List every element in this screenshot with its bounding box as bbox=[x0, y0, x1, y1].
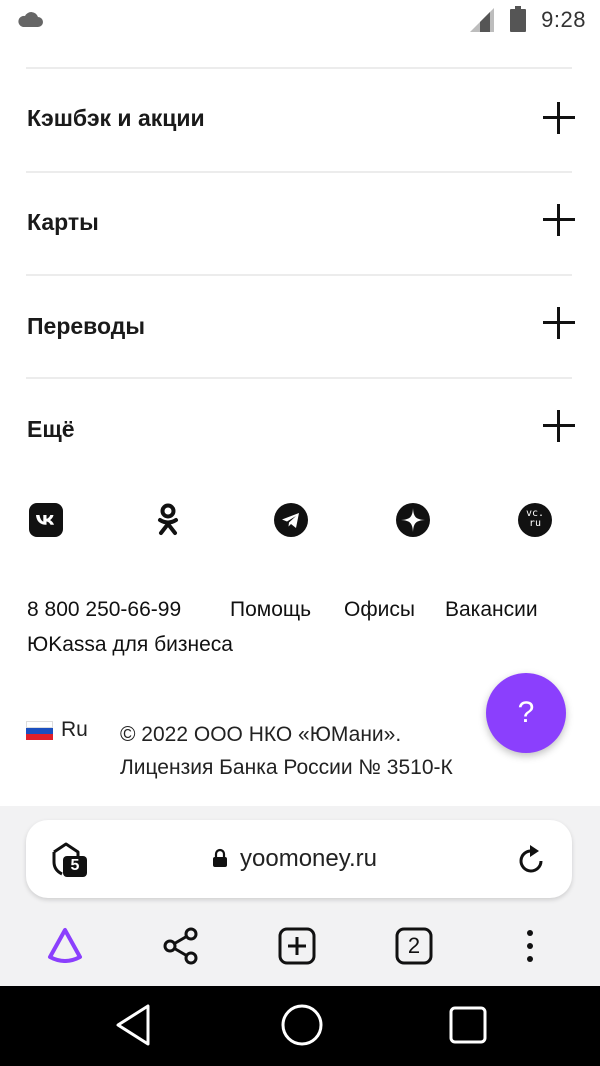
shield-icon[interactable]: 5 bbox=[52, 842, 88, 878]
lock-icon bbox=[213, 848, 227, 867]
accordion-label: Переводы bbox=[27, 313, 145, 339]
accordion-item-cashback[interactable]: Кэшбэк и акции bbox=[0, 69, 600, 171]
accordion-label: Кэшбэк и акции bbox=[27, 105, 205, 131]
shield-count: 5 bbox=[70, 857, 80, 874]
vk-icon[interactable] bbox=[29, 503, 63, 537]
more-menu-icon[interactable] bbox=[524, 929, 536, 963]
telegram-icon[interactable] bbox=[274, 503, 308, 537]
accordion-item-cards[interactable]: Карты bbox=[0, 173, 600, 275]
license-line: Лицензия Банка России № 3510-К bbox=[120, 756, 453, 779]
status-time: 9:28 bbox=[541, 7, 586, 32]
signal-icon bbox=[470, 8, 494, 32]
help-link[interactable]: Помощь bbox=[230, 598, 311, 622]
offices-link[interactable]: Офисы bbox=[344, 598, 415, 622]
russia-flag-icon[interactable] bbox=[26, 721, 53, 740]
url-text[interactable]: yoomoney.ru bbox=[240, 845, 377, 873]
new-tab-icon[interactable] bbox=[278, 927, 316, 965]
plus-icon[interactable] bbox=[543, 410, 575, 442]
home-icon[interactable] bbox=[281, 1004, 323, 1046]
language-switch[interactable]: Ru bbox=[61, 718, 88, 742]
battery-icon bbox=[510, 6, 526, 32]
accordion-label: Ещё bbox=[27, 416, 75, 442]
alice-icon[interactable] bbox=[46, 927, 84, 963]
status-bar: 9:28 bbox=[0, 0, 600, 40]
recents-icon[interactable] bbox=[449, 1006, 487, 1044]
reload-icon[interactable] bbox=[518, 844, 546, 874]
plus-icon[interactable] bbox=[543, 204, 575, 236]
copyright: © 2022 ООО НКО «ЮМани». Лицензия Банка Р… bbox=[120, 718, 453, 784]
zen-icon[interactable] bbox=[396, 503, 430, 537]
tabs-count: 2 bbox=[407, 933, 421, 958]
plus-icon[interactable] bbox=[543, 307, 575, 339]
vacancies-link[interactable]: Вакансии bbox=[445, 598, 538, 622]
share-icon[interactable] bbox=[162, 927, 200, 965]
accordion-label: Карты bbox=[27, 209, 99, 235]
phone-link[interactable]: 8 800 250-66-99 bbox=[27, 598, 181, 622]
accordion-item-more[interactable]: Ещё bbox=[0, 379, 600, 479]
vc-ru-label: vc.ru bbox=[525, 508, 545, 529]
odnoklassniki-icon[interactable] bbox=[151, 503, 185, 537]
accordion-item-transfers[interactable]: Переводы bbox=[0, 276, 600, 378]
help-button[interactable]: ? bbox=[486, 673, 566, 753]
vc-ru-icon[interactable]: vc.ru bbox=[518, 503, 552, 537]
tabs-button[interactable]: 2 bbox=[395, 927, 433, 965]
back-icon[interactable] bbox=[114, 1003, 154, 1047]
business-link[interactable]: ЮKassa для бизнеса bbox=[27, 633, 233, 657]
cloud-icon bbox=[18, 12, 43, 27]
copyright-line: © 2022 ООО НКО «ЮМани». bbox=[120, 723, 402, 746]
plus-icon[interactable] bbox=[543, 102, 575, 134]
